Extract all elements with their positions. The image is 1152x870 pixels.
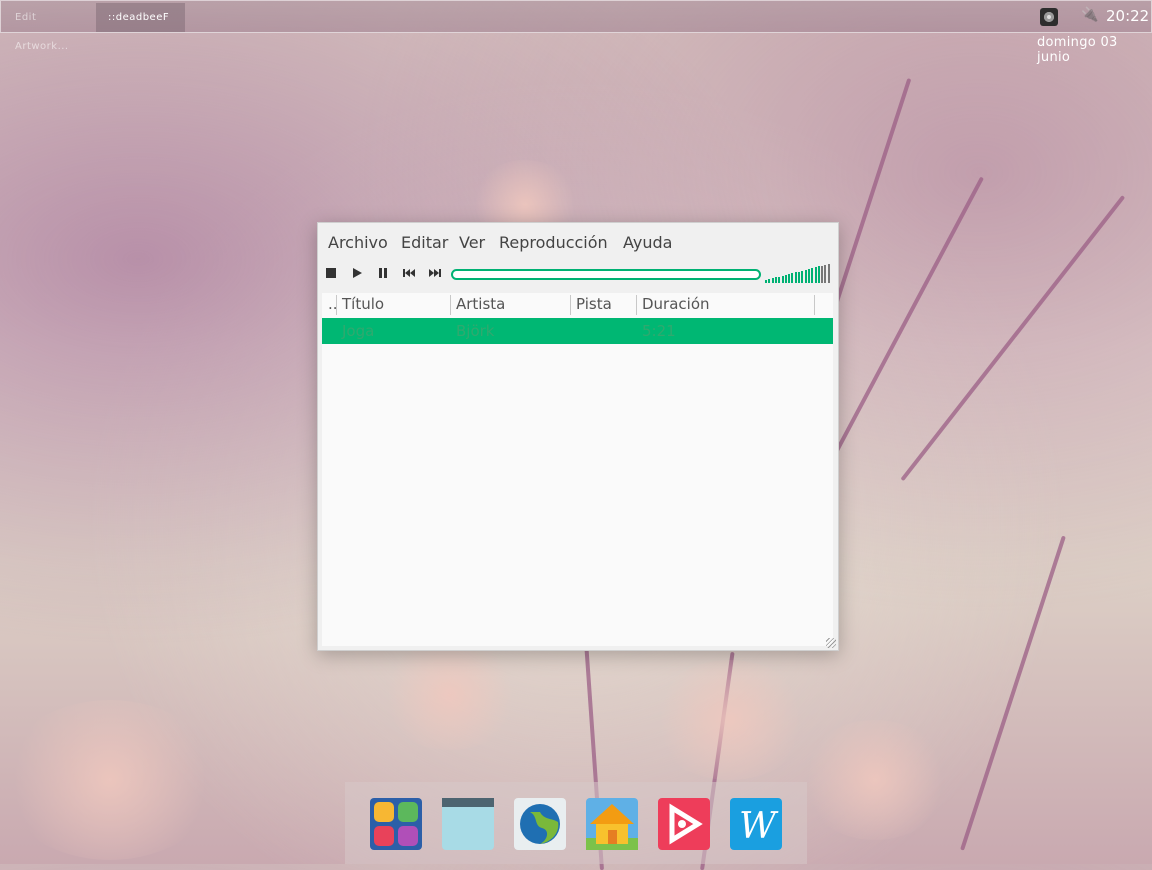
volume-level-bar <box>801 270 804 283</box>
volume-level-bar <box>817 266 820 283</box>
volume-level-bar <box>811 268 814 283</box>
volume-level-bar <box>765 280 767 283</box>
pause-icon[interactable] <box>376 267 390 281</box>
seek-bar[interactable] <box>451 269 761 280</box>
file-manager-icon[interactable] <box>442 798 494 850</box>
top-panel: Edit Artwork... ::deadbeeF 🔌 20:22 <box>0 0 1152 52</box>
volume-level-bar <box>791 273 794 283</box>
task-edit-artwork[interactable]: Edit Artwork... <box>3 3 95 52</box>
column-track[interactable]: Pista <box>576 295 612 313</box>
volume-level-bar <box>807 268 810 283</box>
volume-bar[interactable] <box>765 263 833 283</box>
browser-globe-icon[interactable] <box>514 798 566 850</box>
column-title[interactable]: Título <box>342 295 384 313</box>
app-grid-icon[interactable] <box>370 798 422 850</box>
task-deadbeef[interactable]: ::deadbeeF <box>96 3 185 32</box>
writer-icon[interactable]: W <box>730 798 782 850</box>
volume-level-bar <box>768 279 771 283</box>
column-separator[interactable] <box>450 295 451 315</box>
menu-archivo[interactable]: Archivo <box>328 233 388 252</box>
column-separator[interactable] <box>336 295 337 315</box>
volume-level-bar <box>778 276 781 283</box>
next-icon[interactable] <box>428 267 442 281</box>
clock[interactable]: 20:22 <box>1106 7 1149 25</box>
column-separator[interactable] <box>570 295 571 315</box>
menu-ayuda[interactable]: Ayuda <box>623 233 672 252</box>
volume-level-bar <box>784 274 787 283</box>
media-player-icon[interactable] <box>658 798 710 850</box>
prev-icon[interactable] <box>402 267 416 281</box>
volume-level-bar <box>798 271 800 283</box>
menu-editar[interactable]: Editar <box>401 233 448 252</box>
dock: W <box>345 782 807 864</box>
column-artist[interactable]: Artista <box>456 295 505 313</box>
volume-level-bar <box>788 274 791 283</box>
svg-text:W: W <box>739 806 779 847</box>
volume-level-bar <box>824 264 827 283</box>
column-duration[interactable]: Duración <box>642 295 710 313</box>
deadbeef-window: Archivo Editar Ver Reproducción Ayuda ..… <box>317 222 839 651</box>
date-label: domingo 03 junio <box>1037 35 1118 65</box>
disc-icon[interactable] <box>1040 8 1058 26</box>
play-icon[interactable] <box>350 267 364 281</box>
table-row[interactable]: Joga Björk 5:21 <box>322 318 833 344</box>
home-folder-icon[interactable] <box>586 798 638 850</box>
playlist-header: .. Título Artista Pista Duración <box>322 293 833 317</box>
cell-artist: Björk <box>456 322 495 340</box>
resize-grip[interactable] <box>826 638 836 648</box>
volume-level-bar <box>804 269 807 283</box>
column-separator[interactable] <box>814 295 815 315</box>
volume-level-bar <box>774 277 777 283</box>
volume-level-bar <box>827 263 830 283</box>
stop-icon[interactable] <box>324 267 338 281</box>
menu-ver[interactable]: Ver <box>459 233 485 252</box>
power-plug-icon[interactable]: 🔌 <box>1081 7 1098 23</box>
menu-reproduccion[interactable]: Reproducción <box>499 233 608 252</box>
volume-level-bar <box>814 267 817 283</box>
volume-level-bar <box>771 278 774 283</box>
volume-level-bar <box>781 275 784 283</box>
playlist[interactable]: .. Título Artista Pista Duración Joga Bj… <box>322 293 833 646</box>
column-separator[interactable] <box>636 295 637 315</box>
volume-level-bar <box>821 265 824 283</box>
cell-title: Joga <box>342 322 375 340</box>
volume-level-bar <box>794 272 797 283</box>
cell-duration: 5:21 <box>642 322 676 340</box>
